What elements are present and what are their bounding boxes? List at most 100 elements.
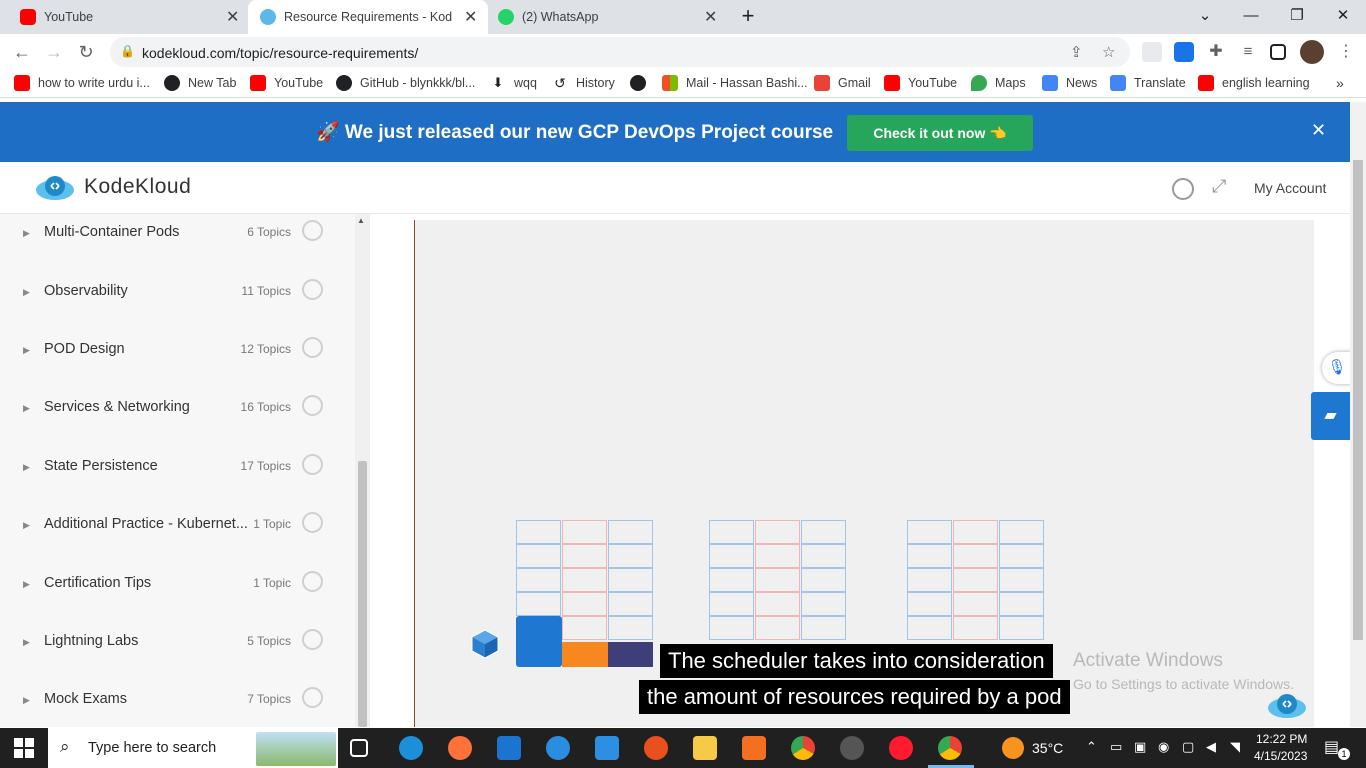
expand-arrow-icon[interactable]: ▶ — [23, 403, 30, 414]
display-icon[interactable]: ▣ — [1134, 739, 1146, 755]
back-icon[interactable]: ← — [10, 40, 34, 64]
webcam-icon[interactable]: ◉ — [1158, 739, 1169, 755]
bookmark-item[interactable]: how to write urdu i... — [14, 75, 150, 91]
avatar[interactable] — [1300, 40, 1324, 64]
download-extension-icon[interactable] — [1174, 42, 1194, 62]
forward-icon[interactable]: → — [42, 40, 66, 64]
close-tab-icon[interactable]: ✕ — [226, 7, 239, 27]
bookmark-item[interactable]: News — [1042, 75, 1097, 91]
tab-whatsapp[interactable]: (2) WhatsApp ✕ — [488, 0, 728, 34]
kodekloud-logo-icon[interactable] — [34, 174, 76, 202]
bookmark-item[interactable]: Translate — [1110, 75, 1186, 91]
voice-widget-icon[interactable]: 🎙 — [1322, 352, 1350, 384]
expand-arrow-icon[interactable]: ▶ — [23, 345, 30, 356]
edge-icon[interactable] — [399, 736, 423, 760]
firefox-icon[interactable] — [448, 736, 472, 760]
bookmark-item[interactable]: Mail - Hassan Bashi... — [662, 75, 808, 91]
page-scrollbar[interactable] — [1350, 102, 1366, 727]
task-view-icon[interactable] — [350, 739, 368, 757]
extensions-puzzle-icon[interactable]: ✚ — [1206, 42, 1226, 62]
wifi-icon[interactable]: ◥ — [1230, 739, 1240, 755]
expand-arrow-icon[interactable]: ▶ — [23, 228, 30, 239]
bookmark-item[interactable] — [630, 75, 654, 91]
brand-name[interactable]: KodeKloud — [84, 175, 191, 199]
chrome-icon[interactable] — [791, 736, 815, 760]
settings-app-icon[interactable] — [742, 736, 766, 760]
sidebar-item-additional-practice[interactable]: ▶ Additional Practice - Kubernet... 1 To… — [0, 498, 345, 556]
bookmark-item[interactable]: Maps — [971, 75, 1026, 91]
bookmark-star-icon[interactable]: ☆ — [1102, 43, 1115, 61]
clock-time[interactable]: 12:22 PM — [1256, 732, 1307, 746]
address-bar[interactable]: 🔒 kodekloud.com/topic/resource-requireme… — [110, 37, 1130, 67]
clock-date[interactable]: 4/15/2023 — [1254, 749, 1307, 763]
chrome-active-icon[interactable] — [938, 736, 962, 760]
my-account-link[interactable]: My Account — [1254, 180, 1326, 196]
lesson-video[interactable]: The scheduler takes into consideration t… — [414, 220, 1314, 727]
sidebar-item-certification-tips[interactable]: ▶ Certification Tips 1 Topic — [0, 557, 345, 615]
close-tab-icon[interactable]: ✕ — [464, 7, 477, 27]
bookmark-item[interactable]: GitHub - blynkkk/bl... — [336, 75, 475, 91]
reload-icon[interactable]: ↻ — [74, 40, 98, 64]
expand-arrow-icon[interactable]: ▶ — [23, 462, 30, 473]
tray-chevron-icon[interactable]: ⌃ — [1086, 739, 1097, 755]
banner-close-icon[interactable]: ✕ — [1311, 120, 1326, 141]
expand-arrow-icon[interactable]: ▶ — [23, 520, 30, 531]
bookmark-item[interactable]: english learning — [1198, 75, 1310, 91]
bookmark-item[interactable]: ⬇ wqq — [490, 75, 537, 91]
screen-icon[interactable]: ▢ — [1182, 739, 1194, 755]
bookmark-item[interactable]: YouTube — [884, 75, 957, 91]
temperature[interactable]: 35°C — [1032, 740, 1063, 756]
page-scrollbar-thumb[interactable] — [1353, 160, 1363, 640]
chat-widget-icon[interactable]: ▰ — [1311, 392, 1350, 440]
weather-sun-icon[interactable] — [1002, 737, 1024, 759]
new-tab-button[interactable]: + — [733, 4, 763, 28]
media-icon[interactable]: ≡ — [1238, 42, 1258, 62]
tab-youtube[interactable]: YouTube ✕ — [8, 0, 248, 34]
store-icon[interactable] — [497, 736, 521, 760]
fullscreen-icon[interactable]: ⤢ — [1212, 176, 1226, 197]
dark-mode-icon[interactable] — [1172, 178, 1194, 200]
expand-arrow-icon[interactable]: ▶ — [23, 287, 30, 298]
volume-icon[interactable]: ◀ — [1206, 739, 1216, 755]
bookmark-item[interactable]: YouTube — [250, 75, 323, 91]
tab-strip: YouTube ✕ Resource Requirements - KodeKl… — [0, 0, 1366, 34]
voice-extension-icon[interactable] — [1142, 42, 1162, 62]
taskbar-search[interactable]: ⌕ Type here to search — [48, 728, 338, 768]
close-tab-icon[interactable]: ✕ — [704, 7, 717, 27]
opera-icon[interactable] — [889, 736, 913, 760]
expand-arrow-icon[interactable]: ▶ — [23, 579, 30, 590]
sidebar-item-state-persistence[interactable]: ▶ State Persistence 17 Topics — [0, 440, 345, 498]
mail-icon[interactable] — [595, 736, 619, 760]
skype-icon[interactable] — [546, 736, 570, 760]
window-close-icon[interactable]: ✕ — [1328, 4, 1358, 28]
windows-start-icon[interactable] — [14, 738, 34, 758]
more-bookmarks-icon[interactable]: » — [1336, 75, 1344, 91]
notification-icon[interactable]: ▤ — [1324, 737, 1339, 757]
sidepanel-icon[interactable] — [1270, 44, 1286, 60]
youtube-icon — [14, 75, 30, 91]
expand-arrow-icon[interactable]: ▶ — [23, 695, 30, 706]
sidebar-item-services-networking[interactable]: ▶ Services & Networking 16 Topics — [0, 381, 345, 439]
sidebar-scrollbar-thumb[interactable] — [358, 461, 367, 727]
bookmark-item[interactable]: Gmail — [814, 75, 871, 91]
sidebar-item-pod-design[interactable]: ▶ POD Design 12 Topics — [0, 323, 345, 381]
tab-search-icon[interactable]: ⌄ — [1190, 4, 1220, 28]
sidebar-item-lightning-labs[interactable]: ▶ Lightning Labs 5 Topics — [0, 615, 345, 673]
sidebar-item-observability[interactable]: ▶ Observability 11 Topics — [0, 265, 345, 323]
scroll-up-arrow-icon[interactable]: ▲ — [357, 216, 365, 225]
bookmark-item[interactable]: New Tab — [164, 75, 236, 91]
battery-icon[interactable]: ▭ — [1110, 739, 1122, 755]
expand-arrow-icon[interactable]: ▶ — [23, 637, 30, 648]
share-icon[interactable]: ⇪ — [1070, 43, 1083, 61]
check-it-out-button[interactable]: Check it out now 👈 — [847, 115, 1033, 151]
sidebar-item-mock-exams[interactable]: ▶ Mock Exams 7 Topics — [0, 673, 345, 727]
bookmark-item[interactable]: ↺ History — [552, 75, 615, 91]
minimize-icon[interactable]: — — [1236, 4, 1266, 28]
menu-dots-icon[interactable]: ⋮ — [1336, 42, 1356, 62]
app-icon[interactable] — [644, 736, 668, 760]
sidebar-item-multi-container-pods[interactable]: ▶ Multi-Container Pods 6 Topics — [0, 206, 345, 264]
camera-icon[interactable] — [840, 736, 864, 760]
restore-icon[interactable]: ❐ — [1282, 4, 1312, 28]
tab-resource-requirements[interactable]: Resource Requirements - KodeKl ✕ — [248, 0, 488, 34]
file-explorer-icon[interactable] — [693, 736, 717, 760]
